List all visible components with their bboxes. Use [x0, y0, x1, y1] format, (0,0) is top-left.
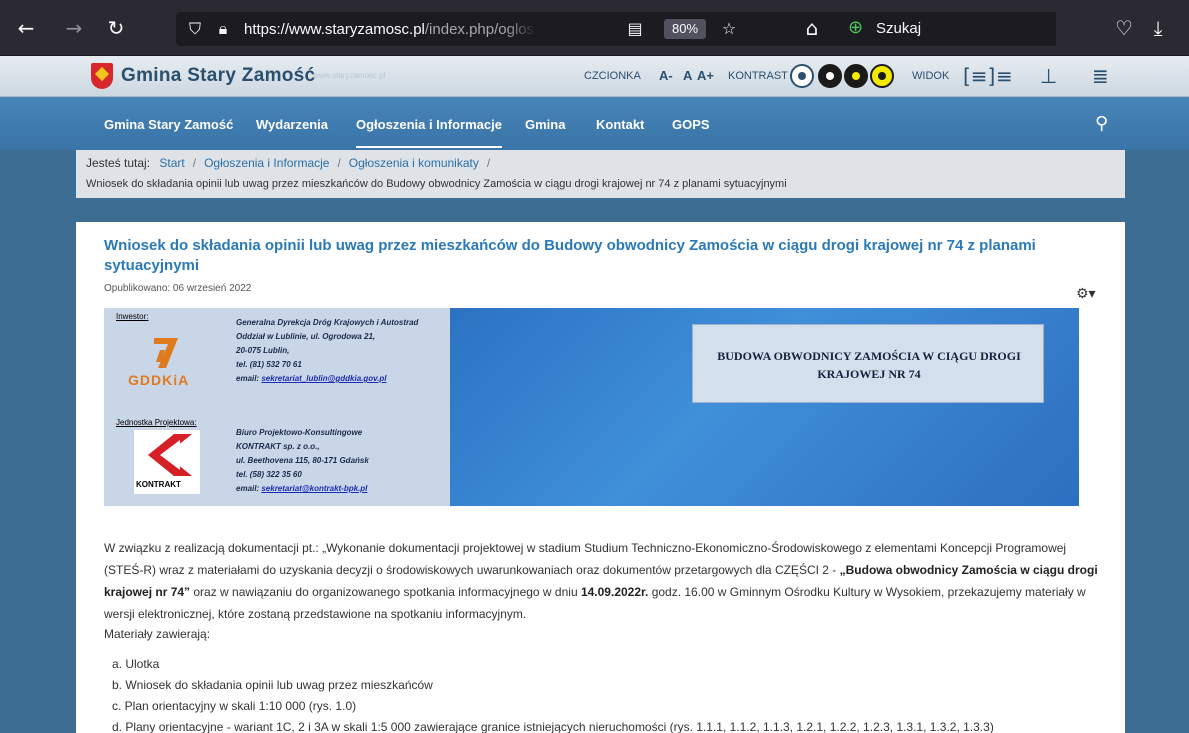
investor-line: 20-075 Lublin,	[236, 346, 290, 355]
layout-bracket-icon[interactable]: [≡]	[963, 64, 995, 88]
view-label: WIDOK	[912, 70, 950, 82]
kontrakt-logo: KONTRAKT	[134, 430, 200, 494]
pocket-icon[interactable]: ♡	[1112, 16, 1136, 40]
breadcrumb-prefix: Jesteś tutaj:	[86, 156, 151, 170]
designer-label: Jednostka Projektowa:	[116, 418, 197, 427]
gddkia-mark-icon	[154, 338, 178, 368]
investor-email-line: email: sekretariat_lublin@gddkia.gov.pl	[236, 372, 418, 386]
nav-item-gmina-stary-zamosc[interactable]: Gmina Stary Zamość	[104, 117, 233, 132]
search-placeholder: Szukaj	[876, 20, 922, 37]
breadcrumb-link-komunikaty[interactable]: Ogłoszenia i komunikaty	[349, 156, 479, 170]
breadcrumb-trail: Jesteś tutaj: Start / Ogłoszenia i Informa…	[86, 156, 498, 170]
contrast-yellow-black-button[interactable]	[870, 64, 894, 88]
article-title[interactable]: Wniosek do składania opinii lub uwag prz…	[104, 236, 1064, 276]
nav-item-ogloszenia[interactable]: Ogłoszenia i Informacje	[356, 117, 502, 148]
page-width-icon[interactable]: ≣	[1092, 64, 1109, 88]
contrast-black-yellow-button[interactable]	[844, 64, 868, 88]
list-item[interactable]: c. Plan orientacyjny w skali 1:10 000 (r…	[112, 696, 994, 717]
gear-icon[interactable]: ⚙▾	[1076, 286, 1096, 302]
eye-icon	[798, 72, 806, 80]
url-fade	[506, 16, 536, 42]
breadcrumb-separator: /	[192, 156, 197, 170]
reader-view-icon[interactable]: ▤	[624, 18, 646, 40]
gddkia-logo: GDDKiA	[124, 330, 208, 394]
investor-label: Inwestor:	[116, 312, 149, 321]
site-title[interactable]: Gmina Stary Zamość	[121, 65, 315, 87]
forward-arrow-icon[interactable]: →	[62, 16, 86, 40]
banner-info-panel: Inwestor: GDDKiA Generalna Dyrekcja Dróg…	[104, 308, 450, 506]
reload-icon[interactable]: ↻	[104, 16, 128, 40]
url-text[interactable]: https://www.staryzamosc.pl/index.php/ogl…	[244, 21, 534, 38]
font-larger-button[interactable]: A+	[697, 68, 714, 83]
designer-line: ul. Beethovena 115, 80-171 Gdańsk	[236, 456, 369, 465]
kontrakt-mark-icon	[148, 434, 192, 476]
eye-icon	[878, 72, 886, 80]
kontrakt-logo-text: KONTRAKT	[136, 480, 181, 489]
nav-item-wydarzenia[interactable]: Wydarzenia	[256, 117, 328, 132]
designer-details: Biuro Projektowo-Konsultingowe KONTRAKT …	[236, 426, 369, 496]
font-normal-button[interactable]: A	[683, 68, 692, 83]
banner-title: BUDOWA OBWODNICY ZAMOŚCIA W CIĄGU DROGI …	[717, 349, 1021, 381]
home-icon[interactable]: ⌂	[800, 16, 824, 40]
breadcrumb-current: Wniosek do składania opinii lub uwag prz…	[86, 178, 787, 190]
designer-email-line: email: sekretariat@kontrakt-bpk.pl	[236, 482, 369, 496]
tracking-shield-icon[interactable]: ⛉	[184, 18, 206, 40]
zoom-level-badge[interactable]: 80%	[664, 19, 707, 39]
font-smaller-button[interactable]: A-	[659, 68, 673, 83]
browser-toolbar: ← → ↻ ⛉ 🔒︎ https://www.staryzamosc.pl/in…	[0, 0, 1189, 56]
menu-lines-icon[interactable]: ≡	[996, 64, 1013, 88]
designer-line: tel. (58) 322 35 60	[236, 470, 302, 479]
eye-icon	[826, 72, 834, 80]
nav-item-gmina[interactable]: Gmina	[525, 117, 565, 132]
investor-line: Generalna Dyrekcja Dróg Krajowych i Auto…	[236, 318, 419, 327]
article-body: W związku z realizacją dokumentacji pt.:…	[104, 537, 1104, 625]
breadcrumb: Jesteś tutaj: Start / Ogłoszenia i Informa…	[76, 150, 1125, 198]
body-bold-date: 14.09.2022r.	[580, 585, 649, 599]
breadcrumb-link-ogloszenia[interactable]: Ogłoszenia i Informacje	[204, 156, 329, 170]
back-arrow-icon[interactable]: ←	[14, 16, 38, 40]
download-icon[interactable]: ⤓	[1146, 16, 1170, 40]
sitemap-icon[interactable]: ⊥	[1040, 64, 1057, 88]
designer-line: KONTRAKT sp. z o.o.,	[236, 442, 320, 451]
designer-line: Biuro Projektowo-Konsultingowe	[236, 428, 363, 437]
materials-label: Materiały zawierają:	[104, 627, 211, 641]
coat-of-arms-icon[interactable]	[91, 63, 113, 89]
nav-item-gops[interactable]: GOPS	[672, 117, 710, 132]
site-search-icon[interactable]: ⚲	[1095, 113, 1113, 134]
bookmark-star-icon[interactable]: ☆	[718, 18, 740, 40]
nav-item-kontakt[interactable]: Kontakt	[596, 117, 644, 132]
investor-line: Oddział w Lublinie, ul. Ogrodowa 21,	[236, 332, 376, 341]
email-prefix: email:	[236, 374, 262, 383]
browser-search-box[interactable]: ⊕ Szukaj	[838, 12, 1056, 46]
breadcrumb-separator: /	[337, 156, 341, 170]
contrast-label: KONTRAST	[728, 70, 788, 82]
lock-icon[interactable]: 🔒︎	[212, 18, 234, 40]
designer-email-link[interactable]: sekretariat@kontrakt-bpk.pl	[261, 484, 367, 493]
project-banner: Inwestor: GDDKiA Generalna Dyrekcja Dróg…	[104, 308, 1079, 506]
email-prefix: email:	[236, 484, 262, 493]
gddkia-logo-text: GDDKiA	[128, 372, 190, 388]
banner-title-box: BUDOWA OBWODNICY ZAMOŚCIA W CIĄGU DROGI …	[692, 324, 1044, 403]
investor-details: Generalna Dyrekcja Dróg Krajowych i Auto…	[236, 316, 418, 386]
breadcrumb-separator: /	[486, 156, 491, 170]
contrast-default-button[interactable]	[790, 64, 814, 88]
investor-email-link[interactable]: sekretariat_lublin@gddkia.gov.pl	[261, 374, 386, 383]
main-navigation: Gmina Stary Zamość Wydarzenia Ogłoszenia…	[0, 97, 1189, 150]
list-item[interactable]: b. Wniosek do składania opinii lub uwag …	[112, 675, 994, 696]
eye-icon	[852, 72, 860, 80]
published-date: Opublikowano: 06 wrzesień 2022	[104, 283, 252, 294]
list-item[interactable]: d. Plany orientacyjne - wariant 1C, 2 i …	[112, 717, 994, 733]
investor-line: tel. (81) 532 70 61	[236, 360, 302, 369]
body-text: oraz w nawiązaniu do organizowanego spot…	[190, 585, 581, 599]
site-subtitle: www.staryzamosc.pl	[313, 71, 386, 80]
article: Wniosek do składania opinii lub uwag prz…	[76, 222, 1125, 733]
site-header: Gmina Stary Zamość www.staryzamosc.pl CZ…	[0, 56, 1189, 97]
list-item[interactable]: a. Ulotka	[112, 654, 994, 675]
breadcrumb-link-start[interactable]: Start	[153, 156, 184, 170]
contrast-black-white-button[interactable]	[818, 64, 842, 88]
search-engine-icon: ⊕	[848, 17, 864, 38]
font-size-label: CZCIONKA	[584, 70, 641, 82]
materials-list: a. Ulotka b. Wniosek do składania opinii…	[112, 654, 994, 733]
